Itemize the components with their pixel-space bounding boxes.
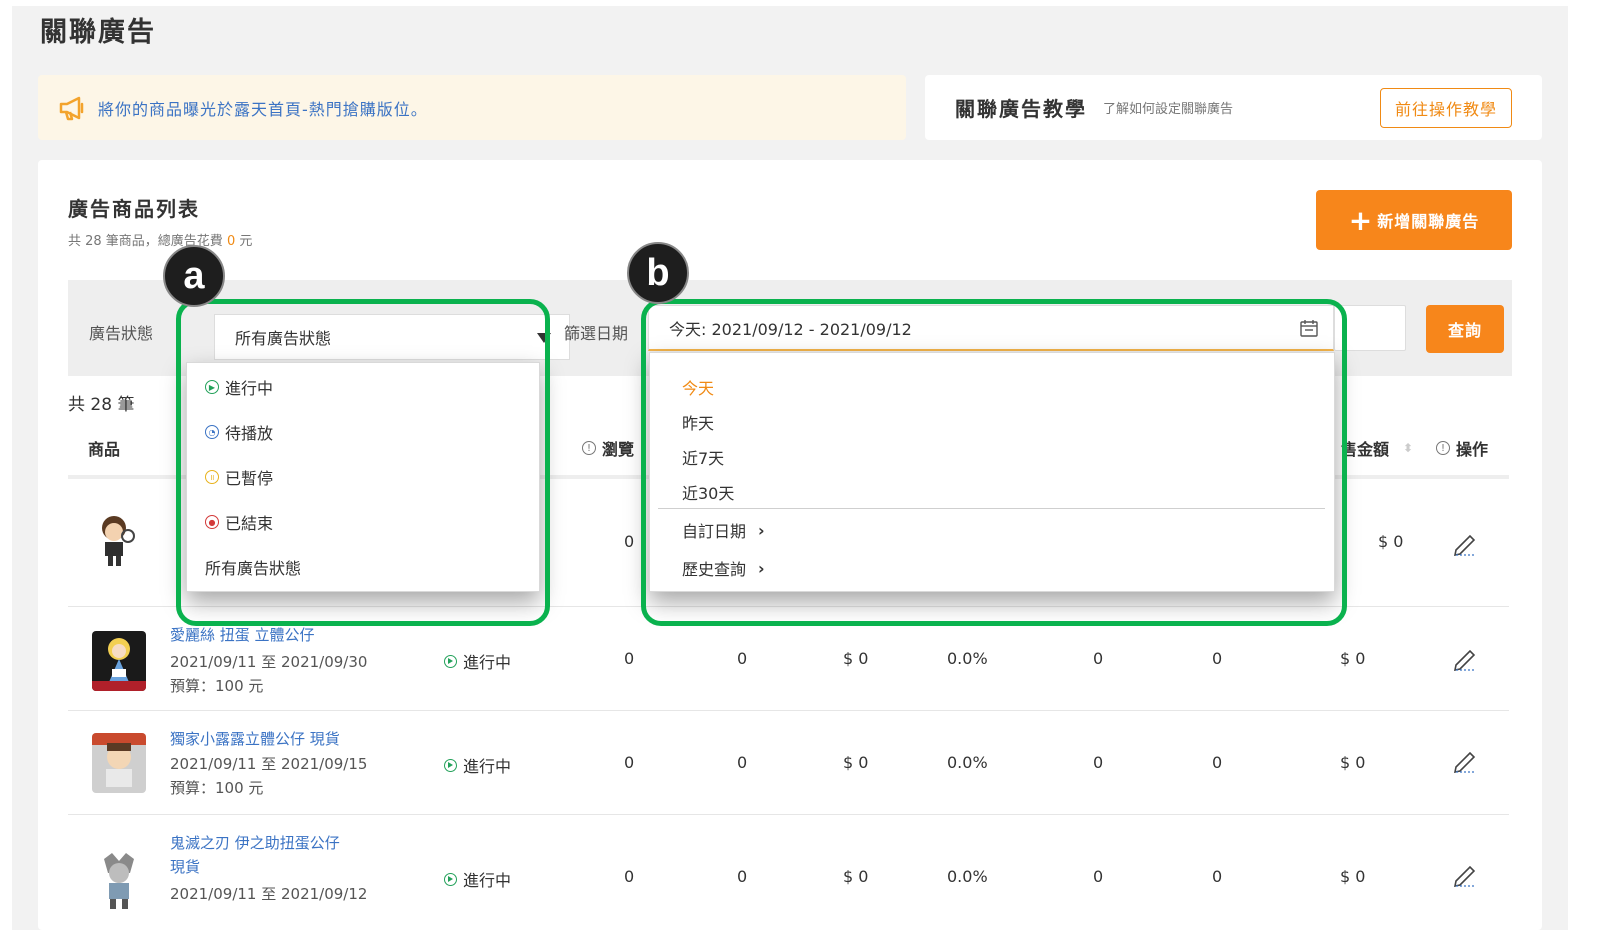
header-ops-label: 操作 (1456, 440, 1489, 459)
product-name-link[interactable]: 獨家小露露立體公仔 現貨 (170, 727, 370, 751)
header-product-label: 商品 (88, 440, 121, 459)
status-label: 進行中 (463, 653, 512, 672)
product-name-line2: 現貨 (170, 858, 201, 876)
play-circle-icon (444, 758, 457, 772)
edit-icon[interactable] (1452, 645, 1478, 671)
header-views: ! 瀏覽 (582, 436, 634, 460)
tutorial-title: 關聯廣告教學 (955, 97, 1087, 121)
list-title: 廣告商品列表 (68, 197, 200, 221)
header-ops: ! 操作 (1436, 436, 1488, 460)
header-product: 商品 (88, 436, 120, 460)
cell: 0 (1093, 753, 1104, 772)
cell: $ 0 (843, 753, 869, 772)
edit-icon[interactable] (1452, 861, 1478, 887)
summary-amount: 0 (226, 234, 236, 249)
amount-cell: $ 0 (1378, 532, 1404, 551)
cell: 0 (1212, 867, 1223, 886)
cell: 0 (1212, 753, 1223, 772)
product-date: 2021/09/11 至 2021/09/15 (170, 755, 368, 773)
cell: 0 (1093, 649, 1104, 668)
cell: 0 (737, 649, 748, 668)
cell: $ 0 (1340, 649, 1366, 668)
cell: $ 0 (1340, 753, 1366, 772)
cell: 0 (624, 649, 635, 668)
status-label: 進行中 (463, 757, 512, 776)
cell: 0 (1093, 867, 1104, 886)
header-amount: 售金額 ⬍ (1341, 436, 1413, 460)
cell: 0 (1212, 649, 1223, 668)
sort-icon[interactable]: ⬍ (1403, 441, 1413, 455)
status-running: 進行中 (444, 649, 511, 673)
cell: 0 (737, 867, 748, 886)
plus-icon: + (1348, 203, 1374, 237)
cell: 0 (737, 753, 748, 772)
cell: 0.0% (947, 867, 988, 886)
annotation-badge-b: b (627, 242, 689, 304)
product-date: 2021/09/11 至 2021/09/30 (170, 653, 368, 671)
highlight-box-b (641, 299, 1347, 626)
cell: 0 (624, 867, 635, 886)
tutorial-card: 關聯廣告教學 了解如何設定關聯廣告 前往操作教學 (925, 75, 1542, 140)
product-thumbnail[interactable] (92, 510, 146, 570)
tutorial-subtitle: 了解如何設定關聯廣告 (1103, 102, 1234, 117)
table-row: 獨家小露露立體公仔 現貨 2021/09/11 至 2021/09/15 預算：… (68, 710, 1509, 814)
product-name-link[interactable]: 愛麗絲 扭蛋 立體公仔 (170, 623, 370, 647)
cell: 0.0% (947, 753, 988, 772)
status-running: 進行中 (444, 867, 511, 891)
edit-icon[interactable] (1452, 747, 1478, 773)
add-ad-button[interactable]: + 新增關聯廣告 (1316, 190, 1512, 250)
product-name-link[interactable]: 鬼滅之刃 伊之助扭蛋公仔 現貨 (170, 831, 370, 879)
status-filter-label: 廣告狀態 (89, 324, 154, 343)
page-title: 關聯廣告 (40, 17, 156, 48)
result-count: 共 28 筆 (68, 395, 135, 415)
product-name-line1: 鬼滅之刃 伊之助扭蛋公仔 (170, 834, 340, 852)
header-amount-label: 售金額 (1341, 440, 1390, 459)
product-budget: 預算：100 元 (170, 677, 264, 695)
status-label: 進行中 (463, 871, 512, 890)
date-filter-label: 篩選日期 (564, 324, 629, 343)
add-ad-label: 新增關聯廣告 (1377, 212, 1480, 231)
product-thumbnail[interactable] (92, 631, 146, 691)
product-thumbnail[interactable] (92, 851, 146, 911)
cell: $ 0 (843, 867, 869, 886)
annotation-badge-a: a (163, 245, 225, 307)
cell: $ 0 (1340, 867, 1366, 886)
list-summary: 共 28 筆商品，總廣告花費 0 元 (68, 230, 252, 249)
summary-suffix: 元 (235, 234, 253, 249)
play-circle-icon (444, 654, 457, 668)
cell: 0 (624, 753, 635, 772)
edit-icon[interactable] (1452, 530, 1478, 556)
table-row: 鬼滅之刃 伊之助扭蛋公仔 現貨 2021/09/11 至 2021/09/12 進… (68, 814, 1509, 930)
info-icon[interactable]: ! (1436, 441, 1450, 455)
cell: 0.0% (947, 649, 988, 668)
cell: $ 0 (843, 649, 869, 668)
header-views-label: 瀏覽 (602, 440, 635, 459)
tutorial-button[interactable]: 前往操作教學 (1380, 88, 1512, 128)
megaphone-icon (59, 96, 84, 120)
product-thumbnail[interactable] (92, 733, 146, 793)
play-circle-icon (444, 872, 457, 886)
notice-banner: 將你的商品曝光於露天首頁-熱門搶購版位。 (38, 75, 906, 140)
views-cell: 0 (624, 532, 635, 551)
product-budget: 預算：100 元 (170, 779, 264, 797)
highlight-box-a (176, 299, 550, 626)
query-button[interactable]: 查詢 (1426, 305, 1504, 353)
status-running: 進行中 (444, 753, 511, 777)
product-date: 2021/09/11 至 2021/09/12 (170, 885, 368, 903)
info-icon[interactable]: ! (582, 441, 596, 455)
notice-text[interactable]: 將你的商品曝光於露天首頁-熱門搶購版位。 (98, 96, 428, 120)
